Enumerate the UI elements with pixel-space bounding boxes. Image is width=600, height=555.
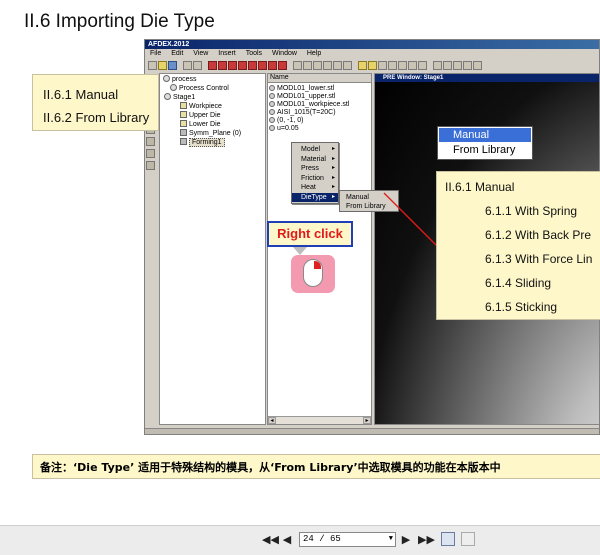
panel-item: 6.1.4 Sliding [485,276,552,290]
dietype-dropdown: Manual From Library [437,126,533,160]
note-banner: 备注：‘Die Type’ 适用于特殊结构的模具，从‘From Library’… [32,454,600,479]
panel-heading: II.6.1 Manual [445,180,515,194]
dropdown-option-from-library[interactable]: From Library [439,143,531,157]
chevron-down-icon[interactable]: ▼ [389,533,393,546]
page-number-input[interactable]: 24 / 65 ▼ [299,532,396,547]
page-navigation: ◀◀ ◀ 24 / 65 ▼ ▶ ▶▶ [0,525,600,555]
panel-item: 6.1.3 With Force Lin [485,252,593,266]
next-page-button[interactable]: ▶ [401,533,411,547]
last-page-button[interactable]: ▶▶ [418,533,435,547]
first-page-button[interactable]: ◀◀ [262,533,279,547]
slide: II.6 Importing Die Type AFDEX.2012 File … [0,0,600,525]
prev-page-button[interactable]: ◀ [282,533,292,547]
dropdown-option-manual[interactable]: Manual [439,128,531,142]
print-icon[interactable] [461,532,475,546]
panel-item: 6.1.1 With Spring [485,204,578,218]
manual-options-panel: II.6.1 Manual 6.1.1 With Spring 6.1.2 Wi… [436,171,600,320]
panel-item: 6.1.5 Sticking [485,300,558,314]
copy-icon[interactable] [441,532,455,546]
panel-item: 6.1.2 With Back Pre [485,228,592,242]
